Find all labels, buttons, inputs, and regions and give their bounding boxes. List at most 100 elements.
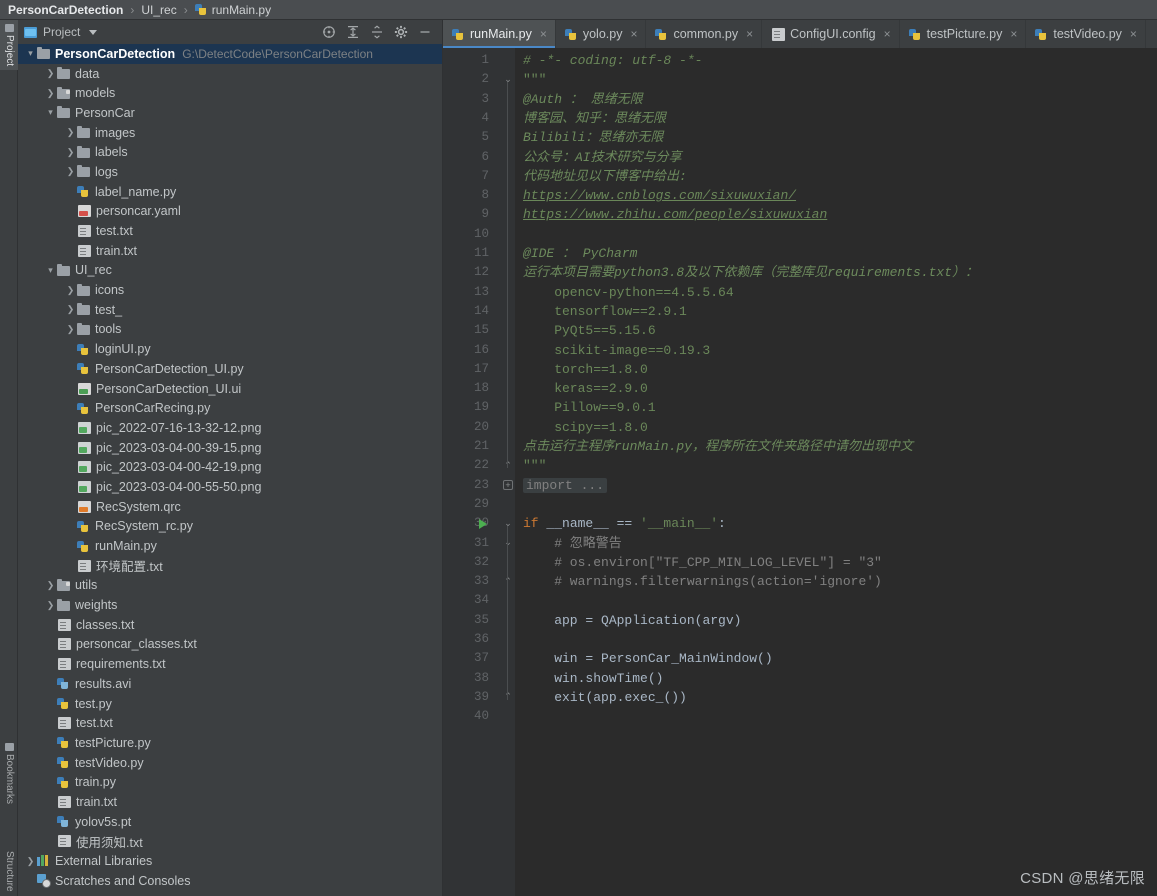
hide-window-icon[interactable] (418, 25, 432, 39)
close-icon[interactable]: × (1010, 27, 1017, 41)
chevron-expanded-icon[interactable]: ▾ (44, 107, 57, 118)
tree-row[interactable]: PersonCarDetection_UI.ui (18, 379, 442, 399)
code-fold-toggle-icon[interactable]: + (503, 479, 513, 490)
tree-row[interactable]: ❯ icons (18, 280, 442, 300)
line-number-gutter[interactable]: 1 2 3 4 5 6 7 8 9 10 11 12 13 14 15 16 17 18 19 20 21 22 23 29 3… (443, 48, 501, 896)
close-icon[interactable]: × (746, 27, 753, 41)
tree-row[interactable]: ❯ models (18, 83, 442, 103)
editor-tab-runmain-py[interactable]: runMain.py × (443, 20, 556, 48)
tree-row[interactable]: train.py (18, 772, 442, 792)
breadcrumb-file[interactable]: runMain.py (212, 3, 271, 17)
tree-row[interactable]: pic_2022-07-16-13-32-12.png (18, 418, 442, 438)
tree-row[interactable]: RecSystem_rc.py (18, 517, 442, 537)
code-folding-column[interactable]: ⌄ ⌃ + ⌄ ⌄ ⌃ ⌃ (501, 48, 515, 896)
tree-row[interactable]: loginUI.py (18, 339, 442, 359)
tree-row[interactable]: ❯ tools (18, 320, 442, 340)
tree-row[interactable]: ❯ test_ (18, 300, 442, 320)
tree-row-project-root[interactable]: ▾ PersonCarDetection G:\DetectCode\Perso… (18, 44, 442, 64)
tree-row[interactable]: pic_2023-03-04-00-42-19.png (18, 457, 442, 477)
run-gutter-icon[interactable] (479, 519, 487, 530)
tree-row[interactable]: test.txt (18, 221, 442, 241)
code-content[interactable]: # -*- coding: utf-8 -*- """ @Auth ： 思绪无限 博客… (515, 48, 1157, 896)
tree-row[interactable]: ❯ External Libraries (18, 851, 442, 871)
chevron-collapsed-icon[interactable]: ❯ (64, 166, 77, 177)
breadcrumb-folder[interactable]: UI_rec (141, 3, 176, 17)
tree-row[interactable]: requirements.txt (18, 654, 442, 674)
tool-tab-structure[interactable]: Structure (0, 847, 18, 896)
tree-row[interactable]: runMain.py (18, 536, 442, 556)
chevron-collapsed-icon[interactable]: ❯ (64, 147, 77, 158)
code-fold-toggle-icon[interactable]: ⌄ (503, 74, 513, 84)
chevron-collapsed-icon[interactable]: ❯ (64, 324, 77, 335)
gear-icon[interactable] (394, 25, 408, 39)
editor-area: runMain.py × yolo.py × common.py × ConfigUI.co… (443, 20, 1157, 896)
close-icon[interactable]: × (630, 27, 637, 41)
tree-row[interactable]: test.py (18, 694, 442, 714)
chevron-collapsed-icon[interactable]: ❯ (44, 68, 57, 79)
tree-row[interactable]: label_name.py (18, 182, 442, 202)
tree-row[interactable]: pic_2023-03-04-00-55-50.png (18, 477, 442, 497)
code-fold-toggle-icon[interactable]: ⌃ (503, 460, 513, 470)
tool-tab-bookmarks[interactable]: Bookmarks (0, 739, 18, 808)
editor-tab-testvideo-py[interactable]: testVideo.py × (1026, 20, 1146, 48)
locate-icon[interactable] (322, 25, 336, 39)
tree-row[interactable]: PersonCarRecing.py (18, 398, 442, 418)
tree-row[interactable]: ❯ images (18, 123, 442, 143)
tree-row[interactable]: ❯ weights (18, 595, 442, 615)
tree-row[interactable]: 使用须知.txt (18, 832, 442, 852)
folder-icon (77, 145, 90, 158)
project-tree[interactable]: ▾ PersonCarDetection G:\DetectCode\Perso… (18, 44, 442, 896)
tree-row[interactable]: testVideo.py (18, 753, 442, 773)
code-fold-toggle-icon[interactable]: ⌄ (503, 537, 513, 548)
chevron-collapsed-icon[interactable]: ❯ (44, 88, 57, 99)
chevron-collapsed-icon[interactable]: ❯ (44, 580, 57, 591)
chevron-down-icon[interactable] (89, 29, 98, 35)
code-line: opencv-python==4.5.5.64 (523, 284, 734, 300)
tree-row[interactable]: ❯ utils (18, 576, 442, 596)
tree-row[interactable]: testPicture.py (18, 733, 442, 753)
tree-row[interactable]: pic_2023-03-04-00-39-15.png (18, 438, 442, 458)
chevron-collapsed-icon[interactable]: ❯ (64, 304, 77, 315)
editor-tab-common-py[interactable]: common.py × (646, 20, 763, 48)
code-fold-toggle-icon[interactable]: ⌃ (503, 576, 513, 586)
editor-tab-bar[interactable]: runMain.py × yolo.py × common.py × ConfigUI.co… (443, 20, 1157, 48)
code-fold-toggle-icon[interactable]: ⌄ (503, 518, 513, 528)
tree-row[interactable]: ❯ data (18, 64, 442, 84)
breadcrumb-project[interactable]: PersonCarDetection (8, 3, 123, 17)
tree-row[interactable]: results.avi (18, 674, 442, 694)
tree-row[interactable]: train.txt (18, 241, 442, 261)
chevron-collapsed-icon[interactable]: ❯ (64, 285, 77, 296)
tree-row[interactable]: test.txt (18, 713, 442, 733)
tool-tab-project[interactable]: Project (0, 20, 18, 71)
close-icon[interactable]: × (540, 27, 547, 41)
tree-row[interactable]: ▾ UI_rec (18, 261, 442, 281)
line-number: 18 (473, 381, 489, 396)
tree-row[interactable]: yolov5s.pt (18, 812, 442, 832)
chevron-collapsed-icon[interactable]: ❯ (64, 127, 77, 138)
chevron-expanded-icon[interactable]: ▾ (24, 48, 37, 59)
tree-row[interactable]: 环境配置.txt (18, 556, 442, 576)
code-fold-toggle-icon[interactable]: ⌃ (503, 691, 513, 702)
tree-row[interactable]: ▾ PersonCar (18, 103, 442, 123)
close-icon[interactable]: × (884, 27, 891, 41)
tree-row[interactable]: personcar.yaml (18, 202, 442, 222)
tree-row[interactable]: classes.txt (18, 615, 442, 635)
tree-row[interactable]: RecSystem.qrc (18, 497, 442, 517)
tree-row[interactable]: PersonCarDetection_UI.py (18, 359, 442, 379)
editor-tab-configui-config[interactable]: ConfigUI.config × (762, 20, 900, 48)
close-icon[interactable]: × (1130, 27, 1137, 41)
code-editor[interactable]: 1 2 3 4 5 6 7 8 9 10 11 12 13 14 15 16 17 18 19 20 21 22 23 29 3… (443, 48, 1157, 896)
collapse-all-icon[interactable] (370, 25, 384, 39)
tree-row[interactable]: ❯ labels (18, 142, 442, 162)
editor-tab-testpicture-py[interactable]: testPicture.py × (900, 20, 1027, 48)
tree-row[interactable]: train.txt (18, 792, 442, 812)
qrc-icon (78, 500, 91, 513)
editor-tab-yolo-py[interactable]: yolo.py × (556, 20, 647, 48)
expand-all-icon[interactable] (346, 25, 360, 39)
tree-row[interactable]: ❯ logs (18, 162, 442, 182)
tree-row[interactable]: personcar_classes.txt (18, 635, 442, 655)
tree-row[interactable]: Scratches and Consoles (18, 871, 442, 891)
chevron-collapsed-icon[interactable]: ❯ (24, 856, 37, 867)
chevron-expanded-icon[interactable]: ▾ (44, 265, 57, 276)
chevron-collapsed-icon[interactable]: ❯ (44, 600, 57, 611)
